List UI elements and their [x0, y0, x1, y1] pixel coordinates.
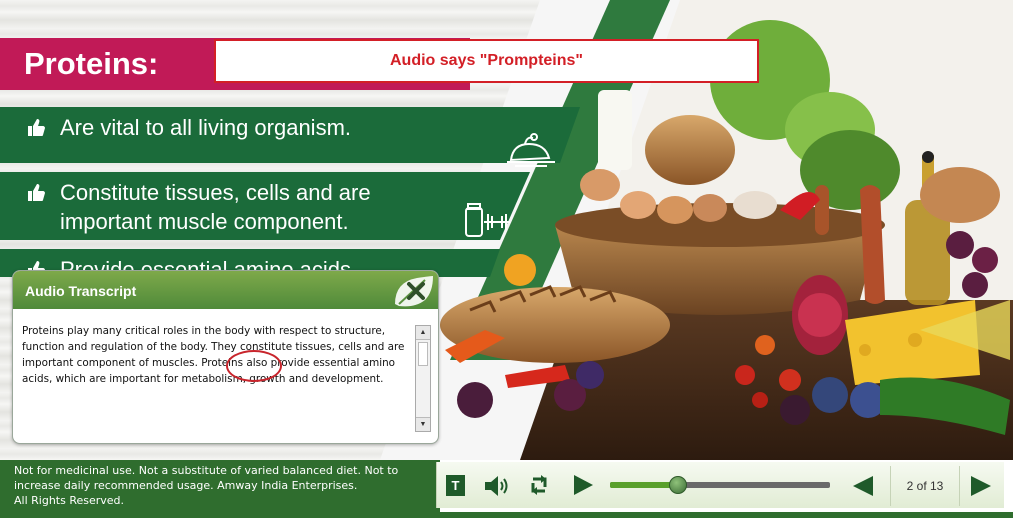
volume-icon[interactable] — [483, 474, 511, 498]
replay-icon[interactable] — [527, 473, 551, 497]
play-icon[interactable] — [571, 473, 595, 497]
transcript-toggle-label: T — [451, 478, 460, 493]
bullet-1-text: Are vital to all living organism. — [60, 115, 352, 140]
seek-progress — [610, 482, 679, 488]
bullet-2: Constitute tissues, cells and are importa… — [0, 172, 530, 240]
transcript-toggle-button[interactable]: T — [446, 475, 465, 496]
thumbs-up-icon — [28, 184, 45, 201]
supplement-dumbbell-icon — [465, 203, 510, 237]
roast-chicken-icon — [507, 133, 555, 167]
transcript-title: Audio Transcript — [25, 283, 137, 299]
transcript-header: Audio Transcript — [13, 271, 438, 309]
close-icon[interactable] — [389, 272, 435, 308]
next-icon[interactable] — [969, 474, 993, 498]
transcript-scrollbar[interactable]: ▲ ▼ — [415, 325, 431, 432]
bullet-2-text: Constitute tissues, cells and are importa… — [60, 180, 371, 234]
scroll-down-button[interactable]: ▼ — [416, 417, 430, 431]
scroll-up-button[interactable]: ▲ — [416, 326, 430, 340]
slide-title: Proteins: — [24, 46, 159, 81]
thumbs-up-icon — [28, 119, 45, 136]
disclaimer: Not for medicinal use. Not a substitute … — [14, 464, 399, 507]
audio-transcript-panel: Audio Transcript Proteins play many crit… — [12, 270, 439, 444]
previous-icon[interactable] — [851, 474, 875, 498]
slide-stage: Proteins: Audio says "Prompteins" Are vi… — [0, 0, 1013, 518]
transcript-text: Proteins play many critical roles in the… — [22, 325, 405, 385]
audio-note: Audio says "Prompteins" — [214, 39, 759, 83]
scroll-thumb[interactable] — [418, 342, 428, 366]
highlight-circle — [226, 350, 282, 382]
bullet-1: Are vital to all living organism. — [0, 107, 580, 163]
page-indicator: 2 of 13 — [890, 466, 960, 506]
